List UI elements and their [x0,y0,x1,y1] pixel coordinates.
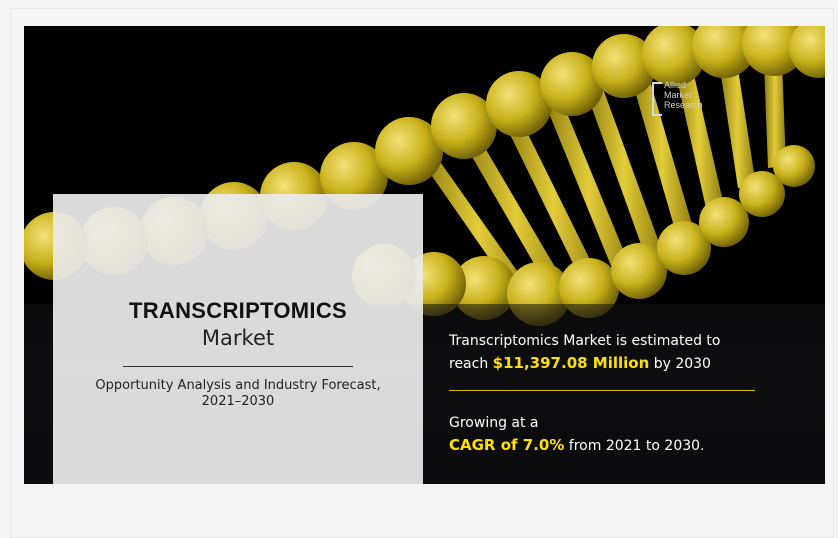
cagr-value-highlight: CAGR of 7.0% [449,436,565,454]
stats-divider [449,390,755,391]
report-description: Opportunity Analysis and Industry Foreca… [63,378,413,410]
description-line-2: 2021–2030 [201,394,275,409]
title-panel: TRANSCRIPTOMICS Market Opportunity Analy… [53,194,423,484]
report-subtitle: Market [201,326,275,350]
report-title: TRANSCRIPTOMICS [129,298,347,323]
description-line-1: Opportunity Analysis and Industry Foreca… [95,378,381,393]
title-divider [123,366,353,367]
logo-line-2: Market [664,90,692,100]
market-banner-image: Allied Market Research TRANSCRIPTOMICS M… [24,26,825,484]
logo-line-3: Research [664,100,703,110]
logo-mark-icon [652,82,662,116]
market-size-statement: Transcriptomics Market is estimated to r… [449,330,789,375]
cagr-statement: Growing at a CAGR of 7.0% from 2021 to 2… [449,412,789,457]
logo-line-1: Allied [664,80,687,90]
logo-text: Allied Market Research [664,80,703,110]
growth-suffix: from 2021 to 2030. [564,438,705,454]
allied-market-research-logo: Allied Market Research [652,80,732,120]
market-suffix: by 2030 [649,356,711,372]
market-line-1: Transcriptomics Market is estimated to [449,333,721,349]
market-value-highlight: $11,397.08 Million [492,354,650,372]
growth-line-1: Growing at a [449,415,539,431]
market-prefix: reach [449,356,493,372]
